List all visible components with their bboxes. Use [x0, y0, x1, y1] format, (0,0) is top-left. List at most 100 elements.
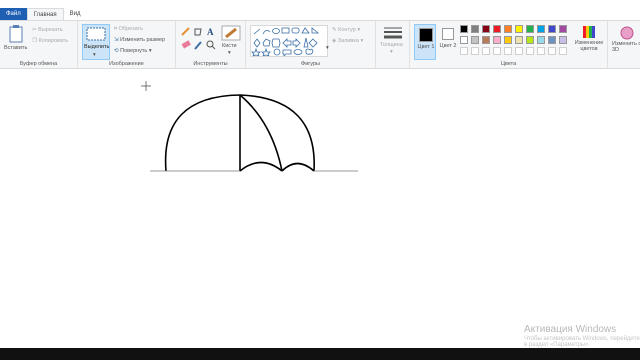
palette-swatch[interactable]	[526, 25, 534, 33]
text-tool-icon[interactable]: A	[207, 27, 214, 37]
color-picker-icon[interactable]	[194, 41, 202, 50]
tab-file[interactable]: Файл	[0, 8, 27, 20]
taskbar-strip	[0, 348, 640, 360]
outline-button[interactable]: ✎ Контур ▾	[332, 27, 360, 33]
scissors-icon: ✂	[32, 27, 37, 33]
outline-icon: ✎	[332, 27, 337, 33]
resize-icon: ⇲	[114, 37, 119, 43]
size-button[interactable]: Толщина ▾	[380, 26, 406, 60]
palette-swatch[interactable]	[460, 25, 468, 33]
palette-swatch[interactable]	[559, 36, 567, 44]
activation-watermark-title: Активация Windows	[524, 324, 617, 335]
paste-button[interactable]: Вставить	[4, 25, 28, 57]
brush-icon	[221, 25, 241, 41]
palette-swatch[interactable]	[460, 36, 468, 44]
palette-swatch[interactable]	[482, 25, 490, 33]
outline-label: Контур	[338, 27, 356, 33]
shapes-scroll-icon[interactable]: ▾	[326, 45, 329, 51]
color1-button[interactable]: Цвет 1	[414, 24, 436, 60]
tab-home[interactable]: Главная	[26, 8, 64, 20]
custom-color-slot[interactable]	[515, 47, 523, 55]
color1-swatch	[419, 28, 433, 42]
group-size: Толщина ▾	[376, 21, 410, 69]
custom-color-slot[interactable]	[537, 47, 545, 55]
custom-color-slot[interactable]	[526, 47, 534, 55]
umbrella-shape	[164, 94, 315, 172]
shapes-icons	[251, 27, 320, 57]
fill-label: Заливка	[337, 38, 359, 44]
palette-swatch[interactable]	[482, 36, 490, 44]
paint3d-button[interactable]: Изменить с помощью Paint 3D	[610, 24, 640, 64]
color2-swatch	[442, 28, 454, 40]
tools-icons: A	[181, 27, 216, 50]
custom-color-slot[interactable]	[559, 47, 567, 55]
svg-text:A: A	[207, 27, 214, 37]
group-shapes: ▾ ✎ Контур ▾ ◈ Заливка ▾ Фигуры	[246, 21, 376, 69]
palette-swatch[interactable]	[537, 36, 545, 44]
select-button[interactable]: Выделить ▾	[82, 24, 110, 60]
rotate-button[interactable]: ⟲ Повернуть ▾	[114, 48, 152, 54]
palette-swatch[interactable]	[504, 36, 512, 44]
clipboard-icon	[9, 25, 23, 43]
tab-view[interactable]: Вид	[64, 8, 87, 20]
paste-label: Вставить	[4, 45, 28, 51]
cut-label: Вырезать	[38, 27, 63, 33]
brushes-label: Кисти	[222, 43, 237, 49]
paint3d-label: Изменить с помощью Paint 3D	[612, 41, 640, 53]
drawing-canvas[interactable]	[0, 70, 640, 348]
fill-button[interactable]: ◈ Заливка ▾	[332, 38, 363, 44]
colors-caption: Цвета	[500, 61, 517, 67]
crop-icon: ⌗	[114, 26, 118, 32]
rotate-label: Повернуть	[120, 48, 148, 54]
clipboard-caption: Буфер обмена	[19, 61, 58, 67]
size-label: Толщина	[380, 42, 403, 48]
palette-swatch[interactable]	[471, 25, 479, 33]
crop-label: Обрезать	[118, 26, 143, 32]
resize-label: Изменить размер	[120, 37, 165, 43]
palette-swatch[interactable]	[515, 36, 523, 44]
palette-swatch[interactable]	[537, 25, 545, 33]
fill-icon: ◈	[332, 38, 337, 44]
chevron-down-icon: ▾	[93, 52, 96, 58]
line-thickness-icon	[384, 27, 402, 39]
custom-color-slot[interactable]	[482, 47, 490, 55]
brushes-button[interactable]: Кисти ▾	[220, 25, 242, 59]
palette-swatch[interactable]	[471, 36, 479, 44]
custom-color-slot[interactable]	[493, 47, 501, 55]
edit-colors-button[interactable]: Изменение цветов	[572, 24, 606, 60]
shapes-caption: Фигуры	[301, 61, 320, 67]
palette-swatch[interactable]	[548, 36, 556, 44]
custom-color-slot[interactable]	[504, 47, 512, 55]
fill-bucket-icon[interactable]	[194, 28, 202, 36]
group-image: Выделить ▾ ⌗ Обрезать ⇲ Изменить размер …	[78, 21, 176, 69]
resize-button[interactable]: ⇲ Изменить размер	[114, 37, 165, 43]
palette-swatch[interactable]	[548, 25, 556, 33]
chevron-down-icon: ▾	[360, 38, 364, 44]
custom-color-slot[interactable]	[548, 47, 556, 55]
crop-button[interactable]: ⌗ Обрезать	[114, 26, 143, 33]
group-clipboard: Вставить ✂ Вырезать ❐ Копировать Буфер о…	[0, 21, 78, 69]
shapes-gallery[interactable]	[250, 25, 328, 57]
palette-swatch[interactable]	[493, 25, 501, 33]
pencil-icon[interactable]	[181, 27, 190, 36]
copy-button[interactable]: ❐ Копировать	[32, 38, 68, 44]
palette-swatch[interactable]	[504, 25, 512, 33]
copy-label: Копировать	[38, 38, 69, 44]
chevron-down-icon: ▾	[228, 50, 231, 56]
paint3d-icon	[620, 26, 634, 40]
cut-button[interactable]: ✂ Вырезать	[32, 27, 63, 33]
magnifier-icon[interactable]	[206, 40, 216, 50]
palette-swatch[interactable]	[515, 25, 523, 33]
color2-button[interactable]: Цвет 2	[438, 24, 458, 60]
selection-rect-icon	[86, 27, 106, 41]
palette-swatch[interactable]	[493, 36, 501, 44]
crosshair-cursor-icon	[141, 81, 151, 91]
custom-color-slot[interactable]	[460, 47, 468, 55]
edit-colors-label: Изменение цветов	[574, 40, 604, 52]
palette-swatch[interactable]	[559, 25, 567, 33]
custom-color-slot[interactable]	[471, 47, 479, 55]
ribbon-tabs: Файл Главная Вид	[0, 0, 86, 20]
chevron-down-icon: ▾	[357, 27, 361, 33]
palette-swatch[interactable]	[526, 36, 534, 44]
eraser-icon[interactable]	[181, 40, 191, 49]
